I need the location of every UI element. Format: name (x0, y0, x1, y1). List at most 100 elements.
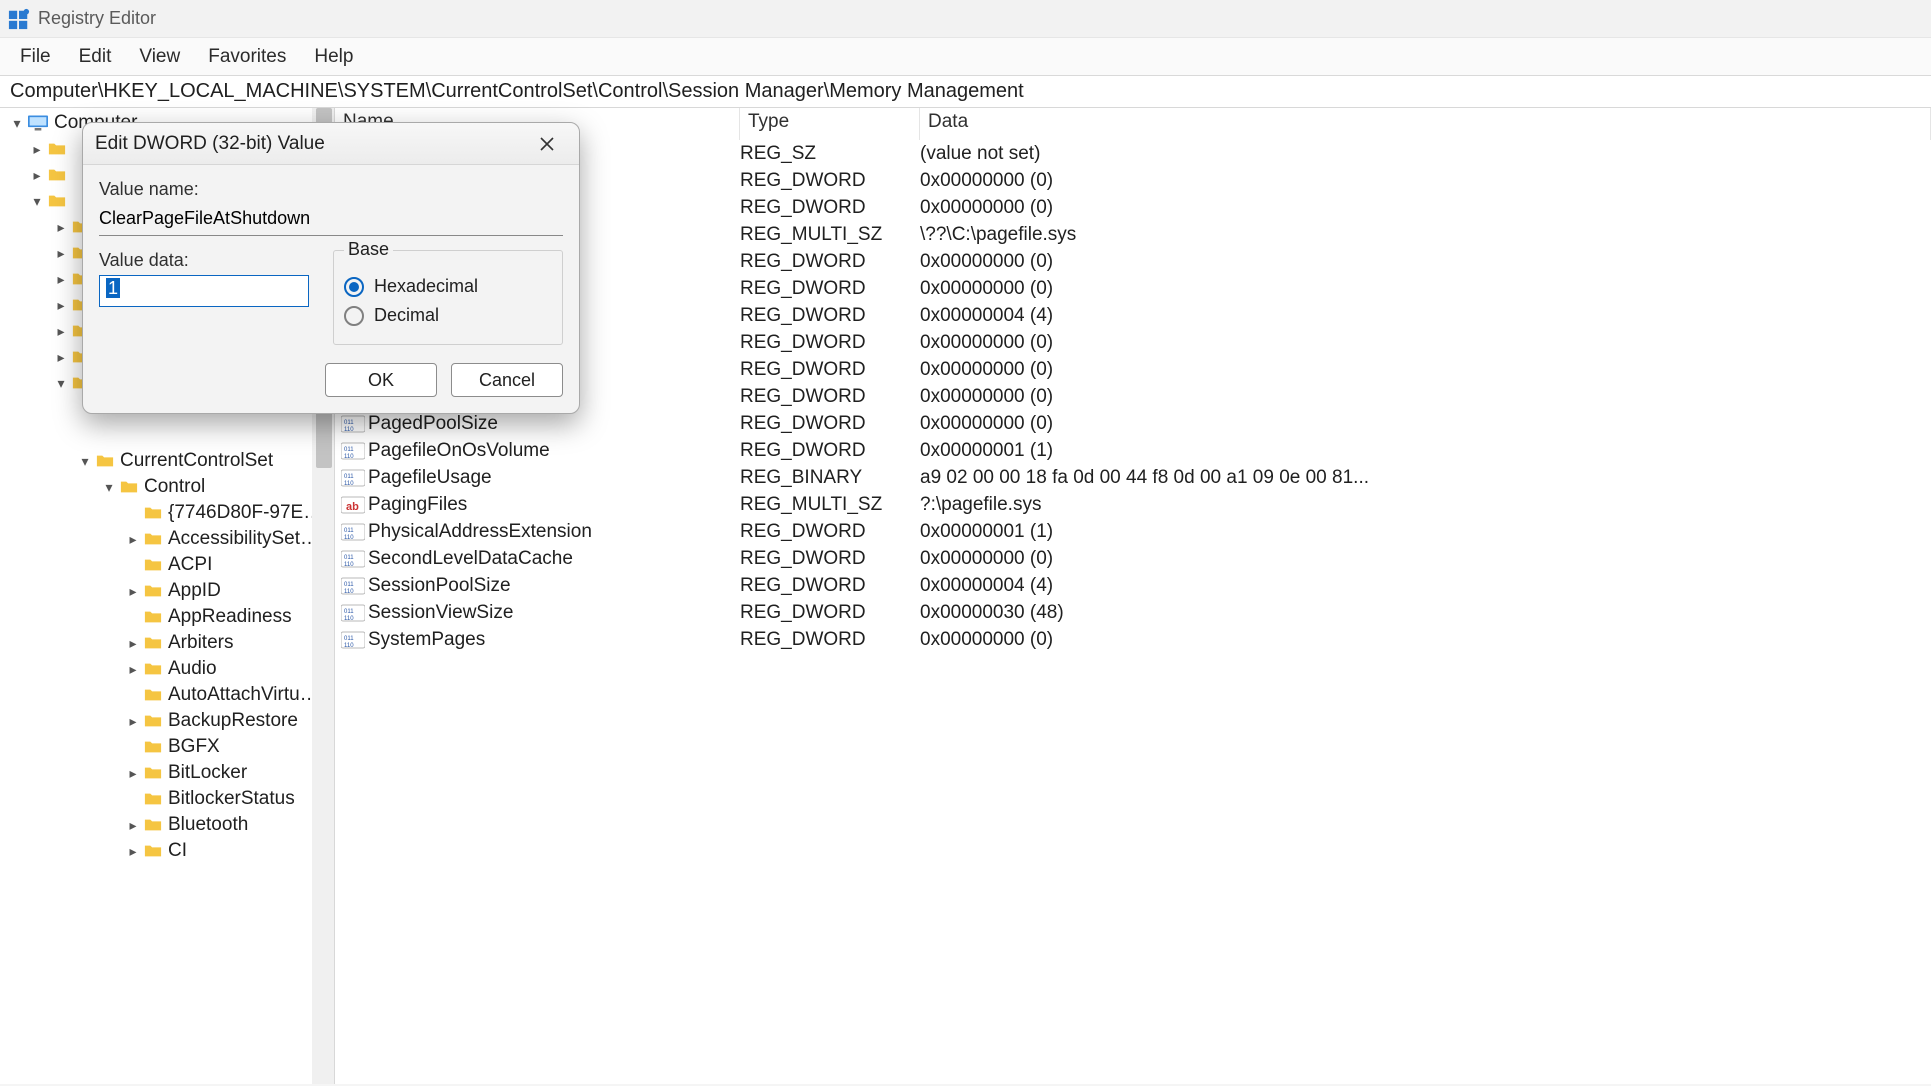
tree-label: BitlockerStatus (168, 788, 295, 810)
close-button[interactable] (527, 130, 567, 158)
tree-item[interactable]: ▸ Arbiters (0, 630, 334, 656)
menu-help[interactable]: Help (300, 40, 367, 74)
value-name-input[interactable] (99, 204, 563, 236)
chevron-right-icon[interactable]: ▸ (124, 765, 142, 782)
svg-text:110: 110 (344, 589, 354, 595)
tree-item[interactable]: ▸Bluetooth (0, 812, 334, 838)
tree-currentcontrolset[interactable]: ▾ CurrentControlSet (0, 448, 334, 474)
svg-text:110: 110 (344, 616, 354, 622)
tree-label: {7746D80F-97E… (168, 502, 322, 524)
cancel-button[interactable]: Cancel (451, 363, 563, 397)
reg-binary-icon: 011110 (341, 441, 365, 461)
chevron-right-icon[interactable]: ▸ (52, 349, 70, 366)
column-type[interactable]: Type (740, 108, 920, 140)
folder-icon (144, 608, 162, 626)
column-data[interactable]: Data (920, 108, 1931, 140)
edit-dword-dialog: Edit DWORD (32-bit) Value Value name: Va… (82, 122, 580, 414)
chevron-down-icon[interactable]: ▾ (8, 115, 26, 132)
reg-binary-icon: 011110 (341, 603, 365, 623)
menu-bar: File Edit View Favorites Help (0, 38, 1931, 76)
tree-item[interactable]: ▸ CI (0, 838, 334, 864)
menu-file[interactable]: File (6, 40, 65, 74)
list-item[interactable]: 011110PagedPoolSizeREG_DWORD0x00000000 (… (335, 410, 1931, 437)
tree-item[interactable]: ▸Audio (0, 656, 334, 682)
svg-text:011: 011 (344, 636, 354, 642)
folder-icon (144, 530, 162, 548)
address-bar[interactable]: Computer\HKEY_LOCAL_MACHINE\SYSTEM\Curre… (0, 76, 1931, 108)
tree-label: BackupRestore (168, 710, 298, 732)
chevron-right-icon[interactable]: ▸ (124, 531, 142, 548)
folder-icon (144, 712, 162, 730)
tree-label: AppReadiness (168, 606, 292, 628)
value-data-label: Value data: (99, 250, 309, 271)
tree-label: CurrentControlSet (120, 450, 273, 472)
folder-icon (144, 582, 162, 600)
tree-item[interactable]: ▸ BackupRestore (0, 708, 334, 734)
list-item[interactable]: 011110SecondLevelDataCacheREG_DWORD0x000… (335, 545, 1931, 572)
chevron-right-icon[interactable]: ▸ (52, 323, 70, 340)
chevron-right-icon[interactable]: ▸ (124, 583, 142, 600)
chevron-down-icon[interactable]: ▾ (100, 479, 118, 496)
list-item[interactable]: 011110PagefileUsageREG_BINARYa9 02 00 00… (335, 464, 1931, 491)
value-data-input[interactable]: 1 (99, 275, 309, 307)
radio-icon (344, 277, 364, 297)
dialog-titlebar[interactable]: Edit DWORD (32-bit) Value (83, 123, 579, 165)
tree-item[interactable]: ▸BGFX (0, 734, 334, 760)
list-item[interactable]: 011110SessionPoolSizeREG_DWORD0x00000004… (335, 572, 1931, 599)
tree-item[interactable]: ▸{7746D80F-97E… (0, 500, 334, 526)
list-item[interactable]: 011110SystemPagesREG_DWORD0x00000000 (0) (335, 626, 1931, 653)
tree-label: AutoAttachVirtu… (168, 684, 319, 706)
radio-hexadecimal[interactable]: Hexadecimal (344, 276, 552, 297)
tree-item[interactable]: ▸AppReadiness (0, 604, 334, 630)
tree-label: Control (144, 476, 205, 498)
svg-text:011: 011 (344, 609, 354, 615)
svg-text:110: 110 (344, 454, 354, 460)
chevron-right-icon[interactable]: ▸ (52, 245, 70, 262)
menu-view[interactable]: View (125, 40, 194, 74)
chevron-down-icon[interactable]: ▾ (52, 375, 70, 392)
menu-favorites[interactable]: Favorites (194, 40, 300, 74)
tree-label: CI (168, 840, 187, 862)
chevron-right-icon[interactable]: ▸ (124, 843, 142, 860)
chevron-right-icon[interactable]: ▸ (28, 167, 46, 184)
dialog-title: Edit DWORD (32-bit) Value (95, 133, 325, 155)
svg-text:110: 110 (344, 643, 354, 649)
folder-icon (120, 478, 138, 496)
tree-item[interactable]: ▸ACPI (0, 552, 334, 578)
tree-item[interactable]: ▸ (0, 422, 334, 448)
menu-edit[interactable]: Edit (65, 40, 126, 74)
tree-item[interactable]: ▸AppID (0, 578, 334, 604)
chevron-down-icon[interactable]: ▾ (76, 453, 94, 470)
tree-control[interactable]: ▾ Control (0, 474, 334, 500)
regedit-icon (8, 8, 30, 30)
list-item[interactable]: abPagingFilesREG_MULTI_SZ?:\pagefile.sys (335, 491, 1931, 518)
tree-item[interactable]: ▸AutoAttachVirtu… (0, 682, 334, 708)
chevron-right-icon[interactable]: ▸ (52, 271, 70, 288)
chevron-right-icon[interactable]: ▸ (28, 141, 46, 158)
reg-binary-icon: 011110 (341, 522, 365, 542)
computer-icon (28, 115, 48, 131)
svg-text:110: 110 (344, 427, 354, 433)
svg-text:011: 011 (344, 582, 354, 588)
chevron-right-icon[interactable]: ▸ (52, 219, 70, 236)
folder-icon (96, 452, 114, 470)
radio-decimal[interactable]: Decimal (344, 305, 552, 326)
tree-item[interactable]: ▸BitLocker (0, 760, 334, 786)
tree-item[interactable]: ▸AccessibilitySet… (0, 526, 334, 552)
reg-binary-icon: 011110 (341, 414, 365, 434)
chevron-right-icon[interactable]: ▸ (52, 297, 70, 314)
radio-label: Decimal (374, 305, 439, 326)
ok-button[interactable]: OK (325, 363, 437, 397)
chevron-right-icon[interactable]: ▸ (124, 817, 142, 834)
list-item[interactable]: 011110SessionViewSizeREG_DWORD0x00000030… (335, 599, 1931, 626)
folder-icon (48, 140, 66, 158)
tree-label: Arbiters (168, 632, 233, 654)
chevron-right-icon[interactable]: ▸ (124, 661, 142, 678)
chevron-right-icon[interactable]: ▸ (124, 713, 142, 730)
list-item[interactable]: 011110PhysicalAddressExtensionREG_DWORD0… (335, 518, 1931, 545)
chevron-down-icon[interactable]: ▾ (28, 193, 46, 210)
tree-item[interactable]: ▸BitlockerStatus (0, 786, 334, 812)
list-item[interactable]: 011110PagefileOnOsVolumeREG_DWORD0x00000… (335, 437, 1931, 464)
svg-text:011: 011 (344, 447, 354, 453)
chevron-right-icon[interactable]: ▸ (124, 635, 142, 652)
